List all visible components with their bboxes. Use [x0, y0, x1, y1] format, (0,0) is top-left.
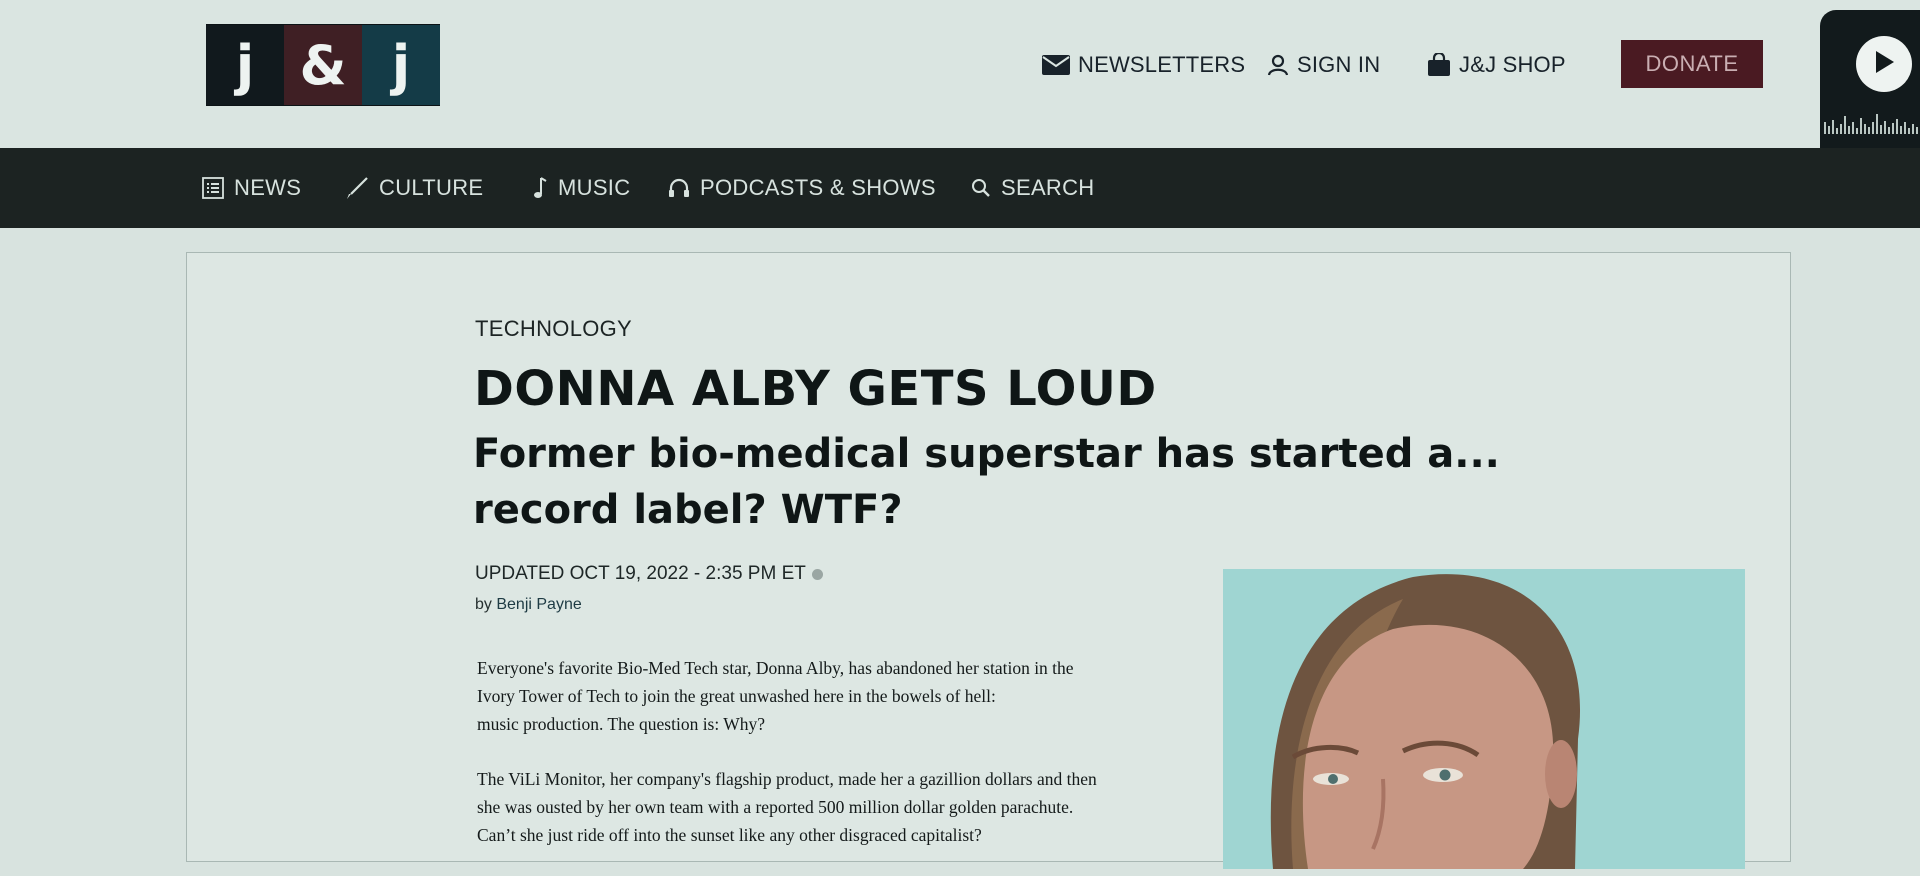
newsletters-label: NEWSLETTERS — [1078, 52, 1246, 77]
play-icon — [1873, 50, 1895, 79]
play-button[interactable] — [1856, 36, 1912, 92]
sign-in-label: SIGN IN — [1297, 52, 1381, 77]
nav-item-culture[interactable]: CULTURE — [345, 148, 483, 228]
nav-item-search[interactable]: SEARCH — [971, 148, 1095, 228]
nav-item-news[interactable]: NEWS — [202, 148, 301, 228]
article-paragraph: Everyone's favorite Bio-Med Tech star, D… — [477, 658, 1074, 734]
author-link[interactable]: Benji Payne — [496, 596, 581, 613]
nav-label-podcasts: PODCASTS & SHOWS — [700, 175, 936, 200]
site-header: j & j NEWSLETTERS SIGN IN J&J SHOP DONAT… — [0, 0, 1920, 148]
article-paragraph: The ViLi Monitor, her company's flagship… — [477, 769, 1097, 845]
nav-item-podcasts[interactable]: PODCASTS & SHOWS — [668, 148, 936, 228]
search-icon — [971, 178, 991, 198]
shop-link[interactable]: J&J SHOP — [1427, 45, 1566, 85]
nav-item-music[interactable]: MUSIC — [532, 148, 630, 228]
shopping-bag-icon — [1427, 53, 1451, 77]
music-note-icon — [532, 176, 548, 200]
main-nav: NEWS CULTURE MUSIC PODCASTS & SHOWS SEAR… — [0, 148, 1920, 228]
article-category[interactable]: TECHNOLOGY — [475, 316, 632, 342]
user-icon — [1267, 54, 1289, 76]
shop-label: J&J SHOP — [1459, 52, 1566, 77]
donate-button[interactable]: DONATE — [1621, 40, 1763, 88]
list-icon — [202, 177, 224, 199]
article-timestamp: UPDATED OCT 19, 2022 - 2:35 PM ET — [475, 563, 823, 585]
article-headline: DONNA ALBY GETS LOUD — [474, 361, 1157, 417]
article-byline: by Benji Payne — [475, 596, 582, 614]
info-icon[interactable] — [811, 568, 823, 580]
logo-ampersand: & — [284, 24, 362, 106]
newsletters-link[interactable]: NEWSLETTERS — [1042, 45, 1245, 85]
logo-letter-j: j — [206, 24, 284, 106]
logo-letter-j-second: j — [362, 24, 440, 106]
article-subhead: Former bio-medical superstar has started… — [473, 431, 1500, 533]
nav-label-search: SEARCH — [1001, 175, 1095, 200]
article-body: Everyone's favorite Bio-Med Tech star, D… — [477, 654, 1197, 876]
site-logo[interactable]: j & j — [206, 24, 440, 106]
nav-label-culture: CULTURE — [379, 175, 484, 200]
sign-in-link[interactable]: SIGN IN — [1267, 45, 1380, 85]
nav-label-music: MUSIC — [558, 175, 631, 200]
byline-prefix: by — [475, 596, 497, 613]
updated-text: UPDATED OCT 19, 2022 - 2:35 PM ET — [475, 563, 806, 584]
audio-player — [1820, 10, 1920, 148]
portrait-image — [1223, 569, 1745, 869]
nav-label-news: NEWS — [234, 175, 302, 200]
envelope-icon — [1042, 55, 1070, 75]
brush-icon — [345, 176, 369, 200]
waveform-visualizer — [1824, 114, 1918, 134]
article-photo — [1223, 569, 1745, 869]
headphones-icon — [668, 178, 690, 198]
